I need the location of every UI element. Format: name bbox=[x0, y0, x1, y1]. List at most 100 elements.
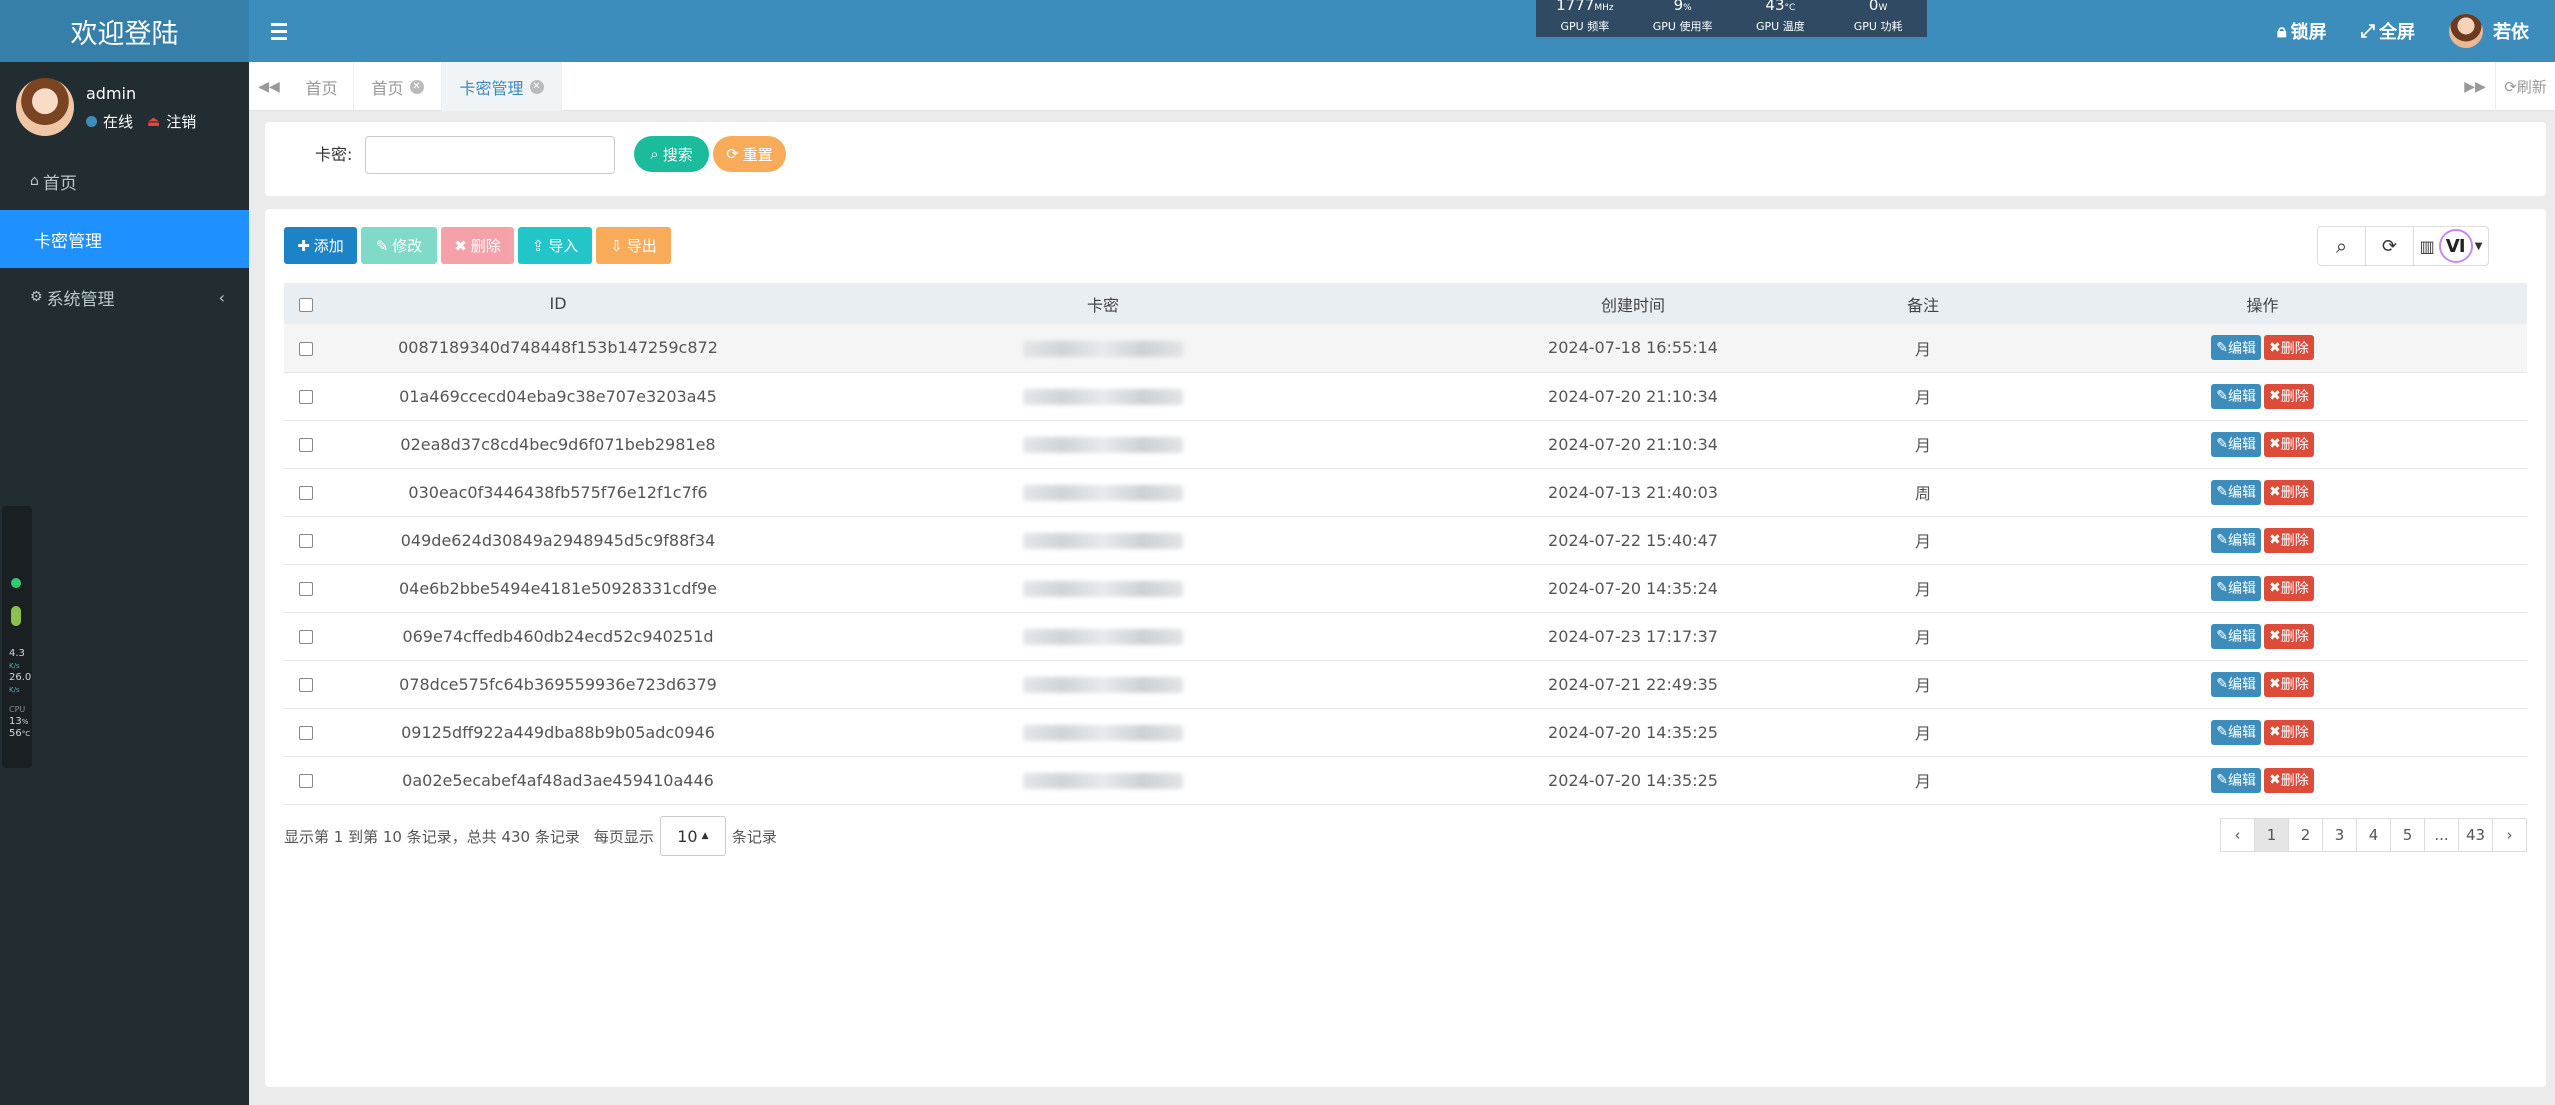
upload-icon: ⇪ bbox=[531, 236, 545, 255]
prev-page-button[interactable]: ‹ bbox=[2220, 818, 2255, 852]
delete-button[interactable]: ✖ 删除 bbox=[441, 227, 514, 264]
table-row[interactable]: 049de624d30849a2948945d5c9f88f34 2024-07-… bbox=[284, 516, 2527, 564]
table-row[interactable]: 09125dff922a449dba88b9b05adc0946 2024-07-… bbox=[284, 708, 2527, 756]
row-checkbox[interactable] bbox=[299, 582, 313, 596]
page-button[interactable]: ... bbox=[2424, 818, 2459, 852]
next-page-button[interactable]: › bbox=[2492, 818, 2527, 852]
sidebar-item-system-management[interactable]: ⚙ 系统管理 ‹ bbox=[0, 268, 249, 326]
row-delete-button[interactable]: ✖ 删除 bbox=[2264, 431, 2314, 457]
row-checkbox[interactable] bbox=[299, 630, 313, 644]
sidebar-toggle-icon[interactable] bbox=[271, 16, 301, 46]
caret-up-icon: ▲ bbox=[701, 831, 709, 841]
tab-home-2[interactable]: 首页 ✕ bbox=[354, 62, 442, 111]
import-button[interactable]: ⇪ 导入 bbox=[518, 227, 592, 264]
card-key-label: 卡密: bbox=[315, 145, 353, 164]
logout-link[interactable]: 注销 bbox=[166, 111, 196, 132]
cell-id: 069e74cffedb460db24ecd52c940251d bbox=[402, 626, 714, 646]
logout-icon[interactable]: ⏏ bbox=[147, 114, 160, 130]
tab-card-management[interactable]: 卡密管理 ✕ bbox=[442, 62, 562, 111]
close-tab-icon[interactable]: ✕ bbox=[409, 79, 424, 94]
card-table-panel: ✚ 添加 ✎ 修改 ✖ 删除 ⇪ 导入 ⇩ 导出 ⌕ ⟳ ▥ Ⅵ ▼ ID 卡密 创建时间… bbox=[265, 209, 2546, 1087]
edit-button[interactable]: ✎ 修改 bbox=[361, 227, 437, 264]
page-button[interactable]: 3 bbox=[2322, 818, 2357, 852]
row-checkbox[interactable] bbox=[299, 390, 313, 404]
row-delete-button[interactable]: ✖ 删除 bbox=[2264, 575, 2314, 601]
table-search-toggle[interactable]: ⌕ bbox=[2317, 226, 2366, 266]
table-row[interactable]: 0087189340d748448f153b147259c872 2024-07-… bbox=[284, 324, 2527, 372]
tabs-scroll-left-icon[interactable]: ◀◀ bbox=[249, 62, 289, 111]
row-edit-button[interactable]: ✎ 编辑 bbox=[2211, 479, 2261, 505]
row-checkbox[interactable] bbox=[299, 678, 313, 692]
row-edit-button[interactable]: ✎ 编辑 bbox=[2211, 767, 2261, 793]
row-delete-button[interactable]: ✖ 删除 bbox=[2264, 767, 2314, 793]
table-row[interactable]: 0a02e5ecabef4af48ad3ae459410a446 2024-07-… bbox=[284, 756, 2527, 804]
edit-icon: ✎ bbox=[2216, 772, 2228, 788]
row-edit-button[interactable]: ✎ 编辑 bbox=[2211, 383, 2261, 409]
table-row[interactable]: 04e6b2bbe5494e4181e50928331cdf9e 2024-07-… bbox=[284, 564, 2527, 612]
tab-home[interactable]: 首页 bbox=[290, 62, 354, 111]
table-row[interactable]: 078dce575fc64b369559936e723d6379 2024-07-… bbox=[284, 660, 2527, 708]
cell-card-key bbox=[788, 372, 1418, 420]
user-menu[interactable]: 若依 bbox=[2449, 14, 2529, 48]
row-edit-button[interactable]: ✎ 编辑 bbox=[2211, 335, 2261, 361]
row-checkbox[interactable] bbox=[299, 438, 313, 452]
table-row[interactable]: 02ea8d37c8cd4bec9d6f071beb2981e8 2024-07-… bbox=[284, 420, 2527, 468]
row-delete-button[interactable]: ✖ 删除 bbox=[2264, 719, 2314, 745]
card-key-input[interactable] bbox=[365, 136, 615, 174]
column-header-id: ID bbox=[549, 294, 567, 313]
battery-icon bbox=[11, 606, 21, 626]
cell-actions: ✎ 编辑 ✖ 删除 bbox=[1998, 564, 2527, 612]
page-button[interactable]: 4 bbox=[2356, 818, 2391, 852]
row-edit-button[interactable]: ✎ 编辑 bbox=[2211, 719, 2261, 745]
row-edit-button[interactable]: ✎ 编辑 bbox=[2211, 527, 2261, 553]
table-row[interactable]: 069e74cffedb460db24ecd52c940251d 2024-07-… bbox=[284, 612, 2527, 660]
blurred-card-key bbox=[1023, 629, 1183, 645]
row-checkbox[interactable] bbox=[299, 534, 313, 548]
sidebar-item-card-management[interactable]: 卡密管理 bbox=[0, 210, 249, 268]
blurred-card-key bbox=[1023, 533, 1183, 549]
row-delete-button[interactable]: ✖ 删除 bbox=[2264, 671, 2314, 697]
row-edit-button[interactable]: ✎ 编辑 bbox=[2211, 623, 2261, 649]
search-button[interactable]: ⌕ 搜索 bbox=[634, 136, 709, 172]
add-button[interactable]: ✚ 添加 bbox=[284, 227, 357, 264]
row-delete-button[interactable]: ✖ 删除 bbox=[2264, 479, 2314, 505]
close-tab-icon[interactable]: ✕ bbox=[529, 79, 544, 94]
row-checkbox[interactable] bbox=[299, 774, 313, 788]
gpu-monitor: 1777MHz GPU 频率 9% GPU 使用率 43°C GPU 温度 0W… bbox=[1536, 0, 1927, 37]
table-row[interactable]: 030eac0f3446438fb575f76e12f1c7f6 2024-07-… bbox=[284, 468, 2527, 516]
row-delete-button[interactable]: ✖ 删除 bbox=[2264, 527, 2314, 553]
cell-id: 030eac0f3446438fb575f76e12f1c7f6 bbox=[408, 482, 708, 502]
page-button[interactable]: 1 bbox=[2254, 818, 2289, 852]
row-edit-button[interactable]: ✎ 编辑 bbox=[2211, 671, 2261, 697]
table-row[interactable]: 01a469ccecd04eba9c38e707e3203a45 2024-07-… bbox=[284, 372, 2527, 420]
table-refresh-button[interactable]: ⟳ bbox=[2365, 226, 2414, 266]
lock-screen-button[interactable]: 🔒︎ 锁屏 bbox=[2277, 18, 2327, 44]
expand-icon: ⤢ bbox=[2360, 20, 2375, 42]
refresh-tab-button[interactable]: ⟳ 刷新 bbox=[2495, 62, 2555, 111]
cell-id: 01a469ccecd04eba9c38e707e3203a45 bbox=[399, 386, 717, 406]
column-toggle-dropdown[interactable]: ▥ Ⅵ ▼ bbox=[2413, 226, 2489, 266]
row-edit-button[interactable]: ✎ 编辑 bbox=[2211, 431, 2261, 457]
row-checkbox[interactable] bbox=[299, 341, 313, 356]
record-summary: 显示第 1 到第 10 条记录，总共 430 条记录 bbox=[284, 827, 580, 846]
page-button[interactable]: 2 bbox=[2288, 818, 2323, 852]
page-button[interactable]: 5 bbox=[2390, 818, 2425, 852]
export-button[interactable]: ⇩ 导出 bbox=[596, 227, 671, 264]
page-size-select[interactable]: 10 ▲ bbox=[659, 816, 726, 856]
row-checkbox[interactable] bbox=[299, 726, 313, 740]
reset-button[interactable]: ⟳ 重置 bbox=[713, 136, 786, 172]
sidebar-item-home[interactable]: ⌂ 首页 bbox=[0, 152, 249, 210]
row-edit-button[interactable]: ✎ 编辑 bbox=[2211, 575, 2261, 601]
cell-created-time: 2024-07-22 15:40:47 bbox=[1548, 530, 1718, 550]
row-delete-button[interactable]: ✖ 删除 bbox=[2264, 383, 2314, 409]
cell-created-time: 2024-07-20 21:10:34 bbox=[1548, 386, 1718, 406]
row-delete-button[interactable]: ✖ 删除 bbox=[2264, 623, 2314, 649]
page-button[interactable]: 43 bbox=[2458, 818, 2493, 852]
select-all-checkbox[interactable] bbox=[299, 297, 313, 312]
row-checkbox[interactable] bbox=[299, 486, 313, 500]
tabs-scroll-right-icon[interactable]: ▶▶ bbox=[2455, 62, 2495, 111]
fullscreen-button[interactable]: ⤢ 全屏 bbox=[2361, 18, 2415, 44]
app-badge-icon: Ⅵ bbox=[2438, 229, 2473, 263]
blurred-card-key bbox=[1023, 677, 1183, 693]
row-delete-button[interactable]: ✖ 删除 bbox=[2264, 335, 2314, 361]
